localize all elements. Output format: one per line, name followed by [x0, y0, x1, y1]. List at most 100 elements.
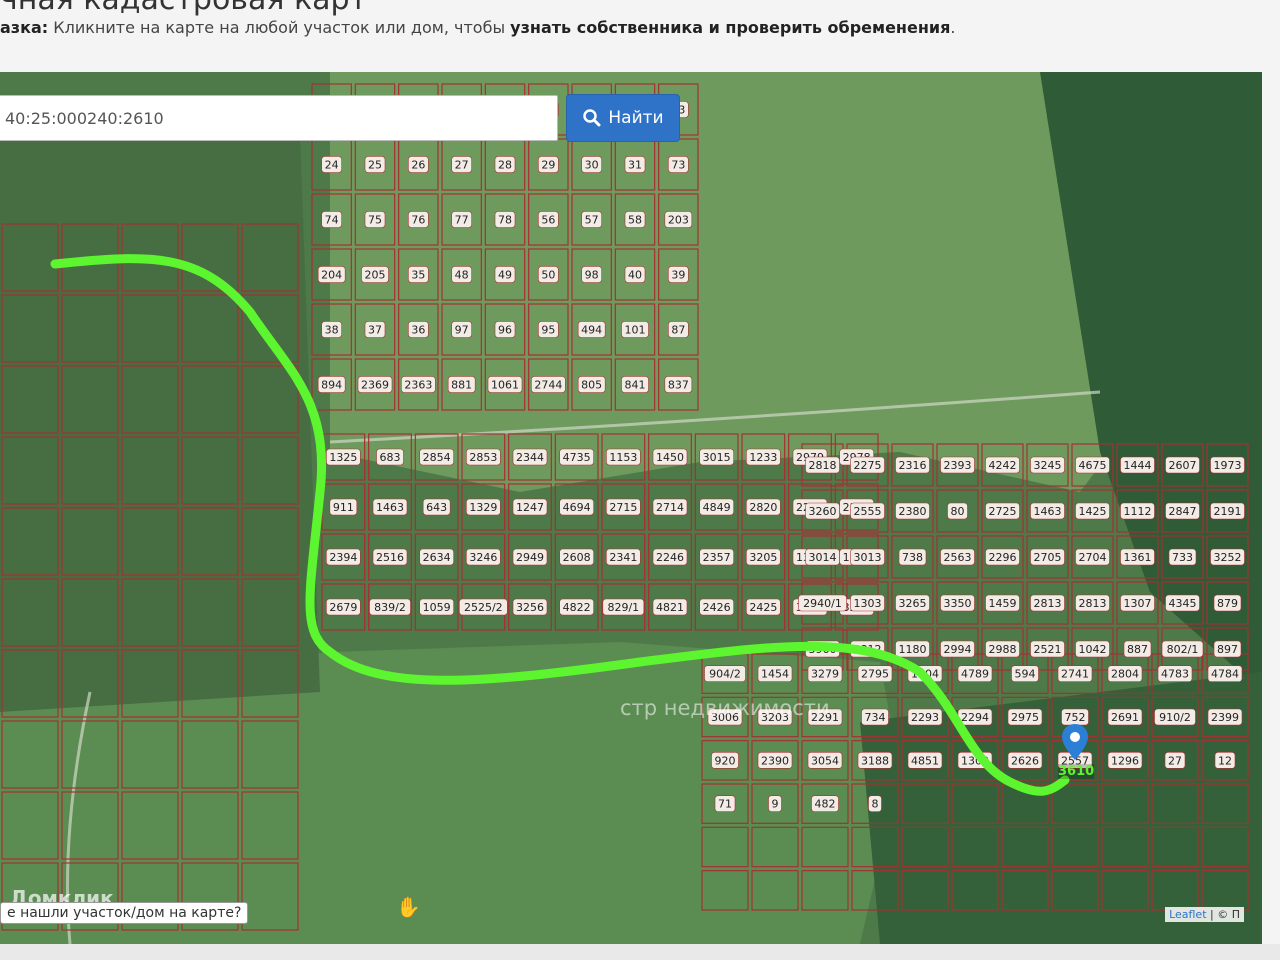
parcel-label[interactable]: 27 — [1164, 752, 1186, 769]
parcel-label[interactable]: 87 — [668, 321, 689, 338]
parcel-label[interactable]: 101 — [621, 321, 649, 338]
parcel-label[interactable]: 2988 — [985, 640, 1020, 658]
parcel-label[interactable]: 80 — [947, 502, 968, 520]
parcel-label[interactable]: 9 — [768, 795, 782, 812]
parcel-label[interactable]: 30 — [581, 156, 602, 173]
parcel-label[interactable]: 1973 — [1210, 456, 1245, 474]
parcel-label[interactable]: 25 — [364, 156, 386, 173]
parcel-label[interactable]: 3013 — [850, 548, 885, 566]
leaflet-link[interactable]: Leaflet — [1169, 908, 1206, 921]
parcel-label[interactable]: 2714 — [652, 498, 688, 516]
parcel-label[interactable]: 2426 — [699, 598, 734, 616]
parcel-label[interactable]: 3246 — [466, 548, 501, 566]
parcel-label[interactable]: 31 — [624, 156, 646, 173]
parcel-label[interactable]: 1233 — [746, 448, 781, 466]
parcel-label[interactable]: 2854 — [419, 448, 454, 466]
parcel-label[interactable]: 74 — [321, 211, 342, 228]
parcel-label[interactable]: 2818 — [805, 456, 840, 474]
parcel-label[interactable]: 2820 — [746, 498, 781, 516]
parcel-label[interactable]: 894 — [317, 376, 346, 393]
parcel-label[interactable]: 2994 — [940, 640, 975, 658]
parcel-label[interactable]: 75 — [364, 211, 386, 228]
parcel-label[interactable]: 1329 — [466, 498, 501, 516]
parcel-label[interactable]: 2525/2 — [459, 598, 508, 616]
parcel-label[interactable]: 2341 — [606, 548, 641, 566]
parcel-label[interactable]: 1463 — [1030, 502, 1065, 520]
parcel-label[interactable]: 839/2 — [369, 598, 411, 616]
parcel-label[interactable]: 2357 — [699, 548, 734, 566]
parcel-label[interactable]: 2813 — [1030, 594, 1065, 612]
parcel-label[interactable]: 2296 — [985, 548, 1020, 566]
parcel-label[interactable]: 3252 — [1210, 548, 1245, 566]
parcel-label[interactable]: 4735 — [559, 448, 594, 466]
parcel-label[interactable]: 39 — [668, 266, 689, 283]
parcel-label[interactable]: 4784 — [1207, 665, 1243, 682]
map-pin-icon[interactable] — [1062, 724, 1088, 760]
parcel-label[interactable]: 2369 — [357, 376, 393, 393]
parcel-label[interactable]: 2425 — [746, 598, 781, 616]
parcel-label[interactable]: 4851 — [907, 752, 943, 769]
parcel-label[interactable]: 73 — [668, 156, 689, 173]
parcel-label[interactable]: 4822 — [559, 598, 594, 616]
parcel-label[interactable]: 27 — [451, 156, 472, 173]
parcel-label[interactable]: 1061 — [487, 376, 523, 393]
parcel-label[interactable]: 2393 — [940, 456, 975, 474]
parcel-label[interactable]: 48 — [451, 266, 472, 283]
parcel-label[interactable]: 1425 — [1075, 502, 1110, 520]
parcel-label[interactable]: 3054 — [807, 752, 843, 769]
parcel-label[interactable]: 1112 — [1120, 502, 1155, 520]
parcel-label[interactable]: 37 — [364, 321, 386, 338]
cadastral-search-input[interactable] — [0, 95, 558, 141]
parcel-label[interactable]: 837 — [664, 376, 693, 393]
parcel-label[interactable]: 904/2 — [704, 665, 746, 682]
parcel-label[interactable]: 26 — [408, 156, 429, 173]
parcel-label[interactable]: 1325 — [326, 448, 361, 466]
parcel-label[interactable]: 12 — [1214, 752, 1236, 769]
parcel-label[interactable]: 205 — [361, 266, 389, 283]
parcel-label[interactable]: 1247 — [512, 498, 548, 516]
parcel-label[interactable]: 2725 — [985, 502, 1020, 520]
parcel-label[interactable]: 829/1 — [602, 598, 645, 616]
parcel-label[interactable]: 3015 — [699, 448, 734, 466]
parcel-label[interactable]: 2691 — [1107, 708, 1143, 726]
parcel-label[interactable]: 2704 — [1075, 548, 1110, 566]
parcel-label[interactable]: 3205 — [746, 548, 781, 566]
parcel-label[interactable]: 3188 — [857, 752, 893, 769]
parcel-label[interactable]: 4849 — [699, 498, 734, 516]
parcel-label[interactable]: 1454 — [757, 665, 793, 682]
parcel-label[interactable]: 1153 — [606, 448, 641, 466]
parcel-label[interactable]: 2744 — [531, 376, 566, 393]
parcel-label[interactable]: 4789 — [957, 665, 993, 682]
parcel-label[interactable]: 2679 — [326, 598, 361, 616]
parcel-label[interactable]: 594 — [1011, 665, 1039, 682]
parcel-label[interactable]: 805 — [577, 376, 606, 393]
parcel-label[interactable]: 35 — [408, 266, 429, 283]
parcel-label[interactable]: 3279 — [807, 665, 843, 682]
parcel-label[interactable]: 24 — [321, 156, 342, 173]
parcel-label[interactable]: 2390 — [757, 752, 793, 769]
parcel-label[interactable]: 910/2 — [1154, 708, 1196, 726]
parcel-label[interactable]: 3350 — [940, 594, 975, 612]
parcel-label[interactable]: 733 — [1168, 548, 1197, 566]
parcel-label[interactable]: 752 — [1061, 708, 1089, 726]
parcel-label[interactable]: 2847 — [1165, 502, 1200, 520]
parcel-label[interactable]: 802/1 — [1161, 640, 1204, 658]
parcel-label[interactable]: 1444 — [1120, 456, 1155, 474]
parcel-label[interactable]: 2293 — [907, 708, 943, 726]
parcel-label[interactable]: 2795 — [857, 665, 893, 682]
parcel-label[interactable]: 4345 — [1165, 594, 1200, 612]
parcel-label[interactable]: 2399 — [1207, 708, 1243, 726]
parcel-label[interactable]: 3265 — [895, 594, 930, 612]
parcel-label[interactable]: 2949 — [512, 548, 548, 566]
parcel-label[interactable]: 1042 — [1075, 640, 1110, 658]
parcel-label[interactable]: 4694 — [559, 498, 594, 516]
parcel-label[interactable]: 683 — [376, 448, 404, 466]
search-button[interactable]: Найти — [566, 94, 680, 142]
parcel-label[interactable]: 738 — [898, 548, 927, 566]
parcel-label[interactable]: 36 — [408, 321, 429, 338]
parcel-label[interactable]: 1180 — [895, 640, 930, 658]
parcel-label[interactable]: 3256 — [512, 598, 548, 616]
parcel-label[interactable]: 204 — [317, 266, 346, 283]
parcel-label[interactable]: 8 — [868, 795, 882, 812]
parcel-label[interactable]: 2191 — [1210, 502, 1245, 520]
